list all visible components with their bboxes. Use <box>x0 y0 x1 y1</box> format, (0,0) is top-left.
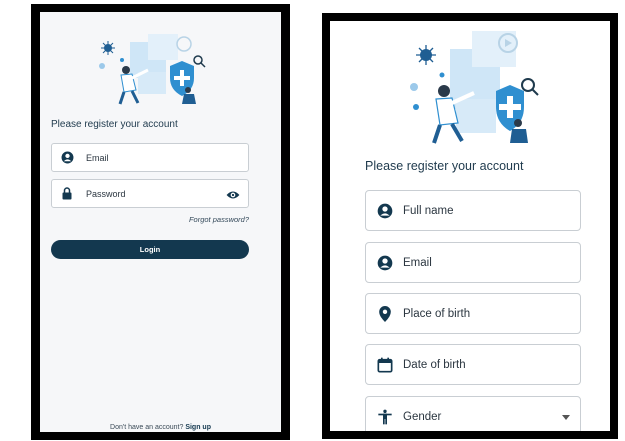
accessibility-icon <box>376 408 394 426</box>
signup-link[interactable]: Sign up <box>185 424 211 431</box>
login-button[interactable]: Login <box>51 240 249 259</box>
date-of-birth-placeholder: Date of birth <box>403 358 466 371</box>
eye-icon[interactable] <box>226 188 240 200</box>
chevron-down-icon <box>562 414 570 420</box>
login-screen: Please register your account Email Passw… <box>40 12 281 432</box>
email-input[interactable]: Email <box>365 242 581 283</box>
medical-illustration <box>99 34 206 105</box>
signup-prompt: Don't have an account? <box>110 424 184 431</box>
person-icon <box>60 151 74 165</box>
full-name-placeholder: Full name <box>403 204 454 217</box>
person-icon <box>376 254 394 272</box>
signup-row: Don't have an account? Sign up <box>40 424 281 431</box>
lock-icon <box>60 187 74 201</box>
full-name-input[interactable]: Full name <box>365 190 581 231</box>
calendar-icon <box>376 356 394 374</box>
email-placeholder: Email <box>403 256 432 269</box>
date-of-birth-input[interactable]: Date of birth <box>365 344 581 385</box>
forgot-password-link[interactable]: Forgot password? <box>189 215 249 224</box>
gender-placeholder: Gender <box>403 410 442 423</box>
login-title: Please register your account <box>51 119 178 130</box>
email-placeholder: Email <box>86 152 109 163</box>
place-of-birth-placeholder: Place of birth <box>403 307 471 320</box>
register-title: Please register your account <box>365 159 524 173</box>
location-pin-icon <box>376 305 394 323</box>
password-placeholder: Password <box>86 188 126 199</box>
place-of-birth-input[interactable]: Place of birth <box>365 293 581 334</box>
register-phone-frame: Please register your account Full name E… <box>322 13 618 439</box>
email-input[interactable]: Email <box>51 143 249 172</box>
person-icon <box>376 202 394 220</box>
password-input[interactable]: Password <box>51 179 249 208</box>
login-phone-frame: Please register your account Email Passw… <box>31 4 290 440</box>
register-screen: Please register your account Full name E… <box>330 21 610 431</box>
gender-select[interactable]: Gender <box>365 396 581 431</box>
medical-illustration <box>410 31 539 144</box>
